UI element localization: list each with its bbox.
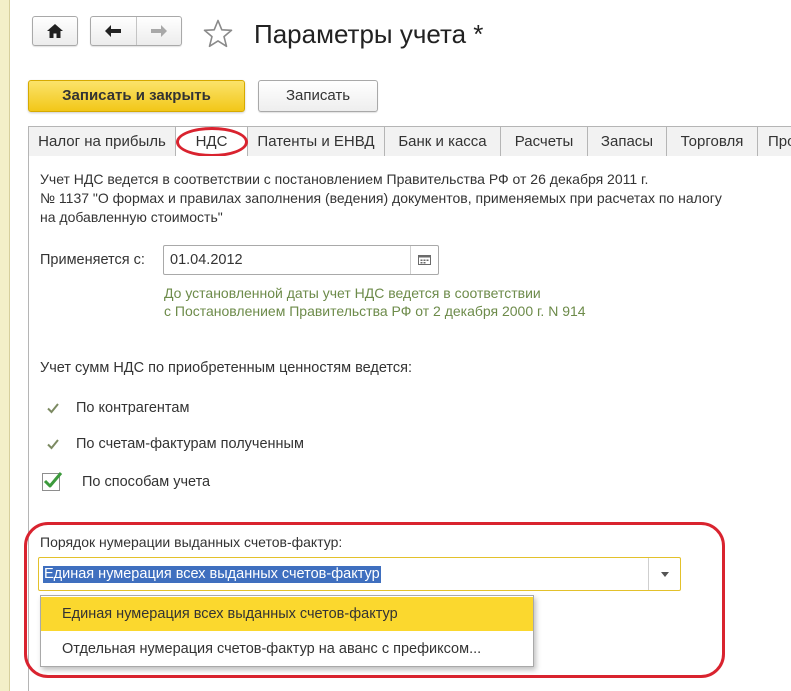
tab-profit-tax[interactable]: Налог на прибыль xyxy=(28,126,176,157)
check-mark-icon xyxy=(47,439,59,450)
vat-tracking-label: Учет сумм НДС по приобретенным ценностям… xyxy=(40,360,413,376)
save-button[interactable]: Записать xyxy=(258,80,378,112)
vat-intro-text: Учет НДС ведется в соответствии с постан… xyxy=(40,170,791,227)
applied-from-date-value: 01.04.2012 xyxy=(170,252,243,268)
intro-line: Учет НДС ведется в соответствии с постан… xyxy=(40,171,649,187)
tracking-option-label: По контрагентам xyxy=(76,400,190,416)
tab-settlements[interactable]: Расчеты xyxy=(500,126,588,157)
dropdown-option-single-numbering[interactable]: Единая нумерация всех выданных счетов-фа… xyxy=(41,597,533,631)
numbering-order-value[interactable]: Единая нумерация всех выданных счетов-фа… xyxy=(43,566,381,583)
home-button[interactable] xyxy=(32,16,78,46)
tab-inventory[interactable]: Запасы xyxy=(587,126,667,157)
tracking-option-label: По способам учета xyxy=(82,474,211,490)
tracking-option-label: По счетам-фактурам полученным xyxy=(76,436,304,452)
intro-line: на добавленную стоимость" xyxy=(40,209,223,225)
left-edge-strip xyxy=(0,0,10,691)
tracking-option-accounting-methods[interactable]: По способам учета xyxy=(42,472,210,492)
numbering-order-label: Порядок нумерации выданных счетов-фактур… xyxy=(40,534,343,550)
star-outline-icon[interactable] xyxy=(202,18,234,50)
forward-button[interactable] xyxy=(137,17,182,45)
tab-more[interactable]: Про xyxy=(757,126,791,157)
tab-bank-cash[interactable]: Банк и касса xyxy=(384,126,501,157)
history-nav-group xyxy=(90,16,182,46)
hint-line: с Постановлением Правительства РФ от 2 д… xyxy=(164,303,586,319)
tracking-option-invoices: По счетам-фактурам полученным xyxy=(46,434,304,454)
chevron-down-icon xyxy=(660,571,669,577)
tab-trade[interactable]: Торговля xyxy=(666,126,758,157)
calendar-button[interactable] xyxy=(410,246,438,274)
save-and-close-button[interactable]: Записать и закрыть xyxy=(28,80,245,112)
check-mark-icon xyxy=(43,472,63,488)
check-mark-icon xyxy=(47,403,59,414)
home-icon xyxy=(47,24,63,38)
intro-line: № 1137 "О формах и правилах заполнения (… xyxy=(40,190,722,206)
dropdown-toggle[interactable] xyxy=(648,558,680,590)
applied-from-hint: До установленной даты учет НДС ведется в… xyxy=(164,284,586,320)
arrow-left-icon xyxy=(105,25,122,37)
tab-vat[interactable]: НДС xyxy=(175,126,248,157)
numbering-order-dropdown: Единая нумерация всех выданных счетов-фа… xyxy=(40,595,534,667)
calendar-icon xyxy=(418,255,431,265)
dropdown-option-separate-numbering[interactable]: Отдельная нумерация счетов-фактур на ава… xyxy=(41,632,533,666)
page-title: Параметры учета * xyxy=(254,19,484,49)
applied-from-date-field[interactable]: 01.04.2012 xyxy=(163,245,439,275)
accounting-methods-checkbox[interactable] xyxy=(42,472,63,491)
tab-bar: Налог на прибыль НДС Патенты и ЕНВД Банк… xyxy=(28,126,791,157)
applied-from-label: Применяется с: xyxy=(40,252,145,268)
numbering-order-select[interactable]: Единая нумерация всех выданных счетов-фа… xyxy=(38,557,681,591)
back-button[interactable] xyxy=(91,17,137,45)
arrow-right-icon xyxy=(150,25,167,37)
tab-patents-envd[interactable]: Патенты и ЕНВД xyxy=(247,126,385,157)
hint-line: До установленной даты учет НДС ведется в… xyxy=(164,285,541,301)
tracking-option-counterparties: По контрагентам xyxy=(46,398,189,418)
